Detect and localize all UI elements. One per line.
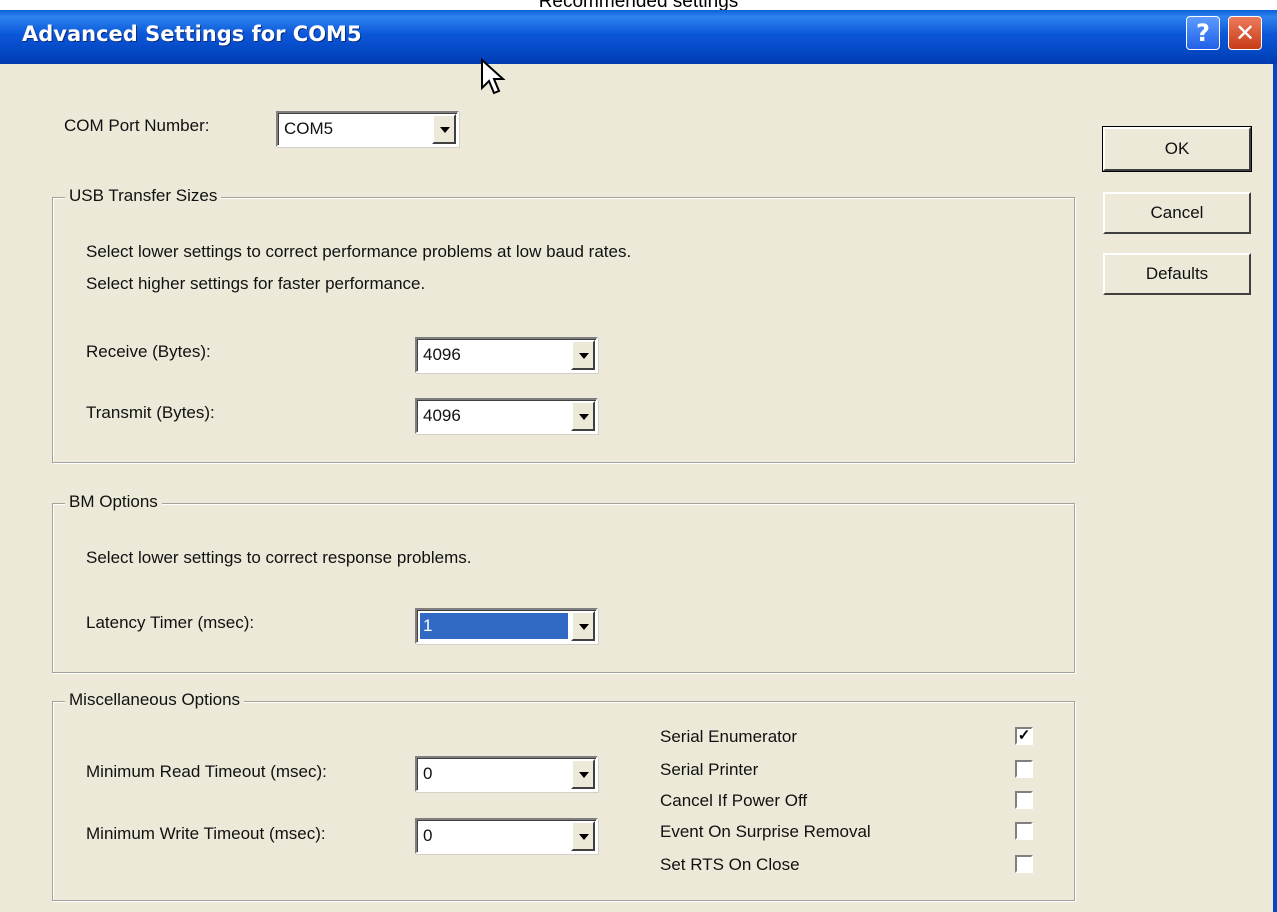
usb-transfer-legend: USB Transfer Sizes — [65, 186, 222, 206]
ok-button[interactable]: OK — [1102, 126, 1252, 172]
min-write-timeout-select[interactable]: 0 — [415, 818, 598, 854]
title-bar[interactable]: Advanced Settings for COM5 ? ✕ — [0, 10, 1277, 64]
min-read-timeout-value: 0 — [423, 764, 433, 783]
chevron-down-icon[interactable] — [571, 759, 595, 789]
min-read-timeout-select[interactable]: 0 — [415, 756, 598, 792]
cancel-if-power-off-label: Cancel If Power Off — [660, 791, 808, 810]
advanced-settings-dialog: Advanced Settings for COM5 ? ✕ COM Port … — [0, 10, 1277, 912]
receive-bytes-select[interactable]: 4096 — [415, 337, 598, 373]
serial-enumerator-checkbox[interactable]: ✓ — [1015, 727, 1033, 745]
usb-transfer-desc-2: Select higher settings for faster perfor… — [86, 274, 426, 293]
defaults-button[interactable]: Defaults — [1103, 253, 1251, 295]
latency-timer-select[interactable]: 1 — [415, 608, 598, 644]
bm-options-legend: BM Options — [65, 492, 162, 512]
event-on-surprise-removal-label: Event On Surprise Removal — [660, 822, 871, 841]
set-rts-on-close-label: Set RTS On Close — [660, 855, 800, 874]
misc-options-group: Miscellaneous Options — [52, 690, 1075, 901]
latency-timer-label: Latency Timer (msec): — [86, 613, 255, 632]
close-icon: ✕ — [1234, 19, 1256, 47]
transmit-bytes-select[interactable]: 4096 — [415, 398, 598, 434]
transmit-bytes-value: 4096 — [423, 406, 461, 425]
chevron-down-icon[interactable] — [571, 611, 595, 641]
bm-options-desc: Select lower settings to correct respons… — [86, 548, 472, 567]
misc-options-legend: Miscellaneous Options — [65, 690, 245, 710]
receive-bytes-label: Receive (Bytes): — [86, 342, 211, 361]
serial-printer-label: Serial Printer — [660, 760, 759, 779]
chevron-down-icon[interactable] — [432, 114, 456, 144]
close-button[interactable]: ✕ — [1228, 16, 1262, 50]
help-button[interactable]: ? — [1186, 16, 1220, 50]
receive-bytes-value: 4096 — [423, 345, 461, 364]
window-title: Advanced Settings for COM5 — [22, 22, 362, 46]
transmit-bytes-label: Transmit (Bytes): — [86, 403, 215, 422]
set-rts-on-close-checkbox[interactable] — [1015, 855, 1033, 873]
chevron-down-icon[interactable] — [571, 401, 595, 431]
usb-transfer-desc-1: Select lower settings to correct perform… — [86, 242, 632, 261]
com-port-select[interactable]: COM5 — [276, 111, 459, 147]
help-icon: ? — [1196, 19, 1210, 47]
com-port-label: COM Port Number: — [64, 116, 210, 135]
min-read-timeout-label: Minimum Read Timeout (msec): — [86, 762, 327, 781]
cancel-if-power-off-checkbox[interactable] — [1015, 791, 1033, 809]
chevron-down-icon[interactable] — [571, 821, 595, 851]
com-port-value: COM5 — [284, 119, 334, 138]
serial-enumerator-label: Serial Enumerator — [660, 727, 798, 746]
min-write-timeout-value: 0 — [423, 826, 433, 845]
min-write-timeout-label: Minimum Write Timeout (msec): — [86, 824, 326, 843]
serial-printer-checkbox[interactable] — [1015, 760, 1033, 778]
event-on-surprise-removal-checkbox[interactable] — [1015, 822, 1033, 840]
cancel-button[interactable]: Cancel — [1103, 192, 1251, 234]
mouse-cursor-icon — [481, 58, 506, 95]
chevron-down-icon[interactable] — [571, 340, 595, 370]
latency-timer-value: 1 — [420, 613, 568, 639]
bm-options-group: BM Options — [52, 492, 1075, 673]
